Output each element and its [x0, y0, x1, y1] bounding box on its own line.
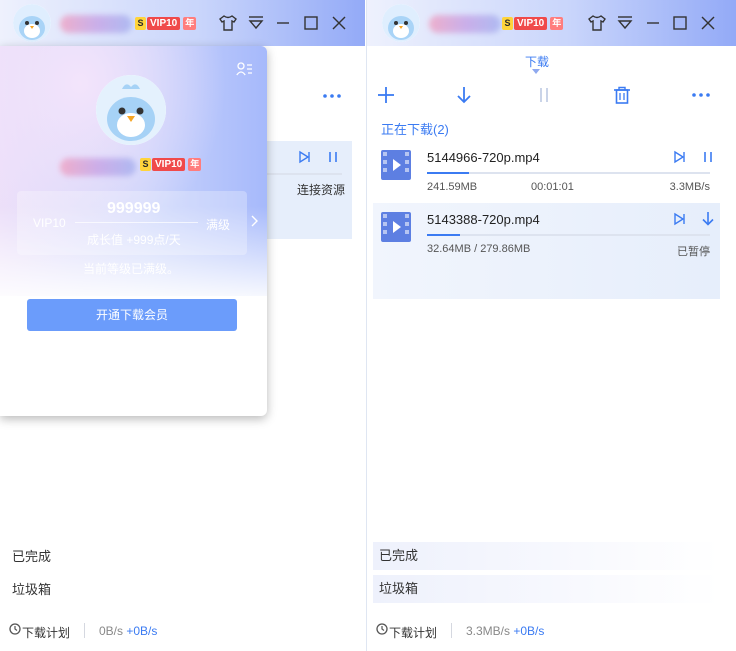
open-membership-button[interactable]: 开通下载会员 — [27, 299, 237, 331]
close-icon[interactable] — [329, 13, 349, 33]
download-item[interactable]: 5143388-720p.mp4 32.64MB / 279.86MB 已暂停 — [373, 203, 720, 299]
vip-popup: S VIP10 年 VIP10 999999 满级 成长值 +999点/天 当前等级… — [0, 46, 267, 416]
growth-rate: 成长值 +999点/天 — [87, 233, 181, 247]
speed-readout: 3.3MB/s +0B/s — [466, 624, 544, 638]
downloading-section-title[interactable]: 正在下载(2) — [381, 119, 449, 138]
left-window: S VIP10 年 连接资源 已完成 垃圾箱 下载计划 0B/s +0B/s S… — [0, 0, 365, 651]
progress-bar — [427, 172, 710, 174]
right-window: S VIP10 年 下载 正在下载(2) 5144966-720p.mp4 24… — [366, 0, 736, 651]
download-speed: 3.3MB/s — [669, 181, 710, 193]
trash-section[interactable]: 垃圾箱 — [373, 575, 720, 603]
title-bar: S VIP10 年 — [367, 0, 736, 46]
blurred-username — [60, 15, 132, 33]
video-file-icon — [381, 212, 411, 242]
skin-shirt-icon[interactable] — [587, 13, 607, 33]
minimize-icon[interactable] — [273, 13, 293, 33]
pause-all-icon[interactable] — [537, 86, 551, 104]
completed-section[interactable]: 已完成 — [6, 543, 349, 571]
points-underline — [75, 222, 198, 223]
upload-speed: +0B/s — [126, 624, 158, 638]
speed-up-icon[interactable] — [673, 150, 687, 164]
footer-divider — [84, 623, 85, 638]
trash-section[interactable]: 垃圾箱 — [6, 576, 349, 604]
minimize-icon[interactable] — [643, 13, 663, 33]
download-speed: 0B/s — [99, 624, 124, 638]
start-download-icon[interactable] — [456, 86, 472, 104]
status-bar: 下载计划 0B/s +0B/s — [0, 603, 365, 651]
vip-level-label: VIP10 — [33, 216, 66, 230]
file-name: 5143388-720p.mp4 — [427, 212, 540, 227]
user-avatar[interactable] — [382, 4, 420, 42]
account-list-icon[interactable] — [236, 62, 253, 76]
delete-trash-icon[interactable] — [613, 86, 631, 104]
file-size: 241.59MB — [427, 181, 478, 193]
footer-divider — [451, 623, 452, 638]
progress-fill — [427, 234, 461, 236]
blurred-username — [429, 15, 501, 33]
file-size: 32.64MB / 279.86MB — [427, 243, 531, 255]
skin-shirt-icon[interactable] — [218, 13, 238, 33]
more-options-icon[interactable] — [691, 87, 711, 103]
max-level-label: 满级 — [206, 218, 231, 232]
vip-badge: S VIP10 年 — [135, 16, 197, 31]
menu-dropdown-icon[interactable] — [615, 13, 635, 33]
progress-bar — [427, 234, 710, 236]
close-icon[interactable] — [698, 13, 718, 33]
maximize-icon[interactable] — [670, 13, 690, 33]
maximize-icon[interactable] — [301, 13, 321, 33]
resume-download-icon[interactable] — [701, 211, 715, 227]
connecting-status: 连接资源 — [297, 183, 346, 197]
clock-icon[interactable] — [376, 623, 388, 635]
popup-vip-badge: S VIP10 年 — [140, 157, 202, 172]
status-bar: 下载计划 3.3MB/s +0B/s — [367, 603, 736, 651]
download-speed: 3.3MB/s — [466, 624, 511, 638]
speed-up-icon[interactable] — [673, 212, 687, 226]
level-status: 当前等级已满级。 — [83, 262, 180, 276]
download-plan-link[interactable]: 下载计划 — [389, 624, 437, 641]
pause-icon[interactable] — [701, 150, 715, 164]
title-bar: S VIP10 年 — [0, 0, 365, 46]
download-plan-link[interactable]: 下载计划 — [22, 624, 70, 641]
tab-indicator-icon — [532, 69, 540, 74]
speed-up-icon[interactable] — [298, 150, 312, 164]
more-options-icon[interactable] — [322, 88, 342, 104]
speed-readout: 0B/s +0B/s — [99, 624, 157, 638]
user-avatar[interactable] — [13, 4, 51, 42]
progress-fill — [427, 172, 470, 174]
add-task-icon[interactable] — [377, 86, 395, 104]
completed-section[interactable]: 已完成 — [373, 542, 720, 570]
file-name: 5144966-720p.mp4 — [427, 150, 540, 165]
pause-icon[interactable] — [326, 150, 340, 164]
popup-avatar — [96, 75, 166, 145]
progress-bar — [267, 173, 342, 175]
paused-status: 已暂停 — [677, 246, 710, 258]
points-value: 999999 — [107, 200, 161, 217]
clock-icon[interactable] — [9, 623, 21, 635]
upload-speed: +0B/s — [513, 624, 545, 638]
elapsed-time: 00:01:01 — [531, 181, 574, 193]
video-file-icon — [381, 150, 411, 180]
download-item[interactable]: 5144966-720p.mp4 241.59MB 00:01:01 3.3MB… — [373, 141, 720, 203]
tab-download[interactable]: 下载 — [525, 53, 549, 70]
chevron-right-icon[interactable] — [250, 214, 259, 228]
popup-blurred-username — [60, 158, 136, 176]
menu-dropdown-icon[interactable] — [246, 13, 266, 33]
vip-badge: S VIP10 年 — [502, 16, 564, 31]
